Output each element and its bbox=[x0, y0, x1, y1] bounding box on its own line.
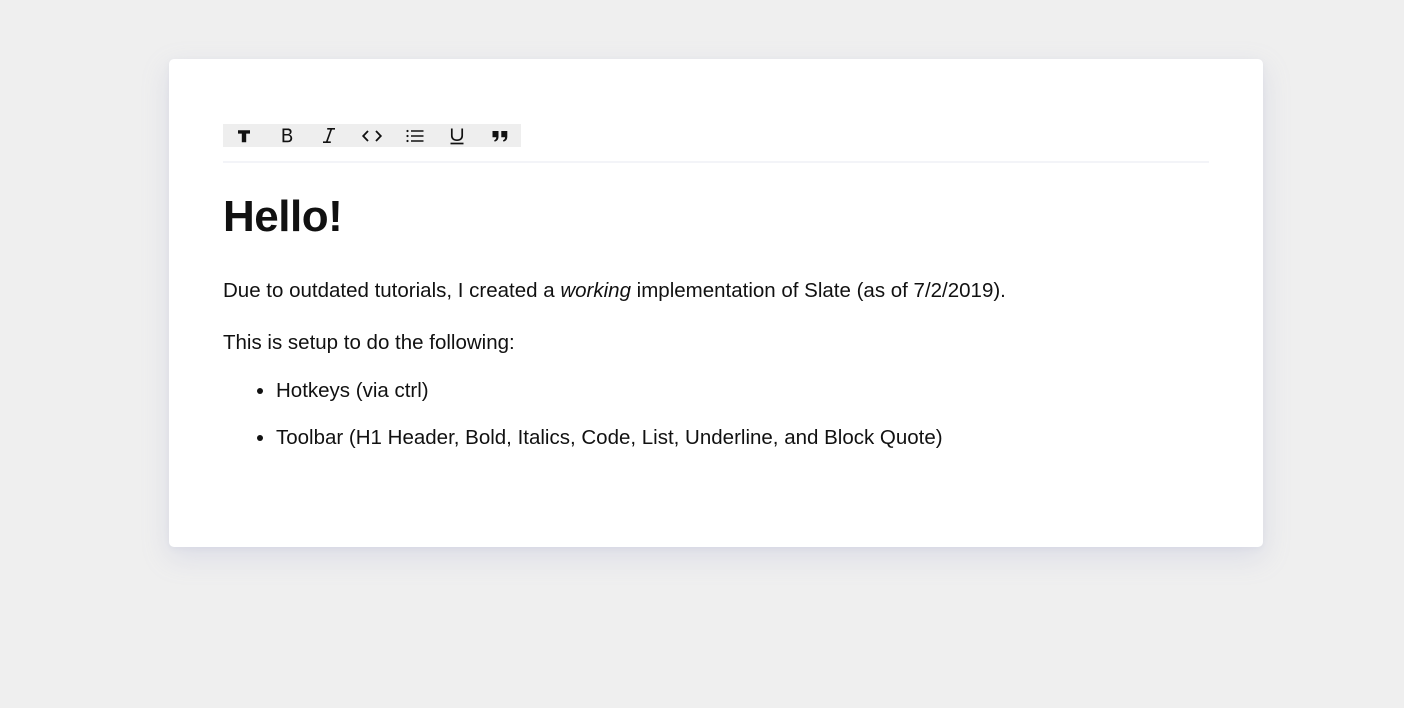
code-button[interactable] bbox=[351, 124, 394, 147]
toolbar-row bbox=[223, 124, 1209, 163]
underline-button[interactable] bbox=[436, 124, 479, 147]
italic-button[interactable] bbox=[308, 124, 351, 147]
list-button[interactable] bbox=[393, 124, 436, 147]
bold-button[interactable] bbox=[266, 124, 309, 147]
document-heading[interactable]: Hello! bbox=[223, 191, 1209, 243]
intro-text-start: Due to outdated tutorials, I created a bbox=[223, 278, 561, 302]
quote-button[interactable] bbox=[479, 124, 522, 147]
list-item[interactable]: Toolbar (H1 Header, Bold, Italics, Code,… bbox=[276, 424, 1209, 452]
italic-icon bbox=[321, 127, 337, 144]
heading-icon bbox=[236, 128, 252, 144]
list-icon bbox=[405, 128, 425, 144]
editor-content[interactable]: Hello! Due to outdated tutorials, I crea… bbox=[223, 191, 1209, 452]
code-icon bbox=[361, 128, 383, 144]
list-item[interactable]: Hotkeys (via ctrl) bbox=[276, 377, 1209, 405]
bold-icon bbox=[279, 127, 295, 144]
intro-paragraph[interactable]: Due to outdated tutorials, I created a w… bbox=[223, 277, 1209, 305]
intro-emphasis: working bbox=[560, 278, 631, 302]
underline-icon bbox=[448, 127, 466, 145]
quote-icon bbox=[491, 128, 509, 144]
setup-paragraph[interactable]: This is setup to do the following: bbox=[223, 329, 1209, 357]
feature-list: Hotkeys (via ctrl) Toolbar (H1 Header, B… bbox=[223, 377, 1209, 452]
editor-card: Hello! Due to outdated tutorials, I crea… bbox=[169, 59, 1263, 547]
heading-button[interactable] bbox=[223, 124, 266, 147]
intro-text-end: implementation of Slate (as of 7/2/2019)… bbox=[630, 278, 1006, 302]
formatting-toolbar bbox=[223, 124, 522, 147]
